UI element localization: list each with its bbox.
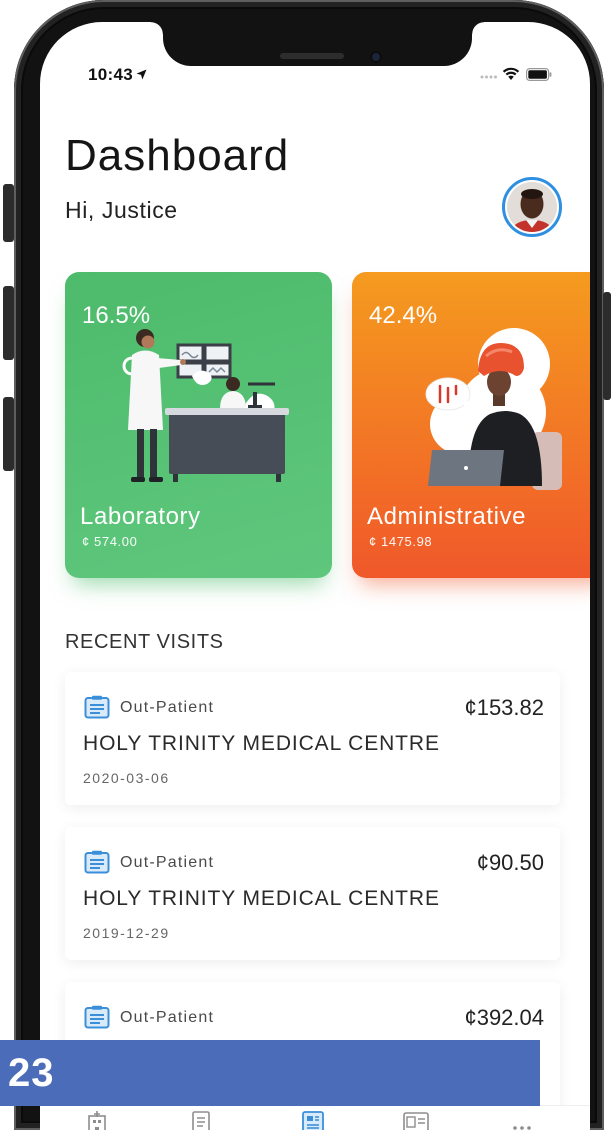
app-screen: 10:43 Dashboard Hi, Justice 16.5% Labora… bbox=[40, 22, 590, 1130]
overlay-label: 23 bbox=[8, 1051, 55, 1095]
location-arrow-icon bbox=[136, 69, 147, 80]
battery-icon bbox=[526, 68, 552, 81]
tab-bar bbox=[40, 1105, 590, 1130]
laboratory-percent: 16.5% bbox=[82, 302, 151, 329]
hospital-icon[interactable] bbox=[86, 1110, 108, 1130]
silent-switch bbox=[3, 184, 14, 242]
visit-type: Out-Patient bbox=[120, 699, 215, 716]
overlay-banner: 23 bbox=[0, 1040, 540, 1106]
clipboard-icon bbox=[84, 1005, 110, 1029]
visit-facility: HOLY TRINITY MEDICAL CENTRE bbox=[83, 887, 440, 910]
administrative-amount: ¢ 1475.98 bbox=[369, 534, 433, 549]
recent-visits-heading: RECENT VISITS bbox=[65, 631, 224, 653]
visit-amount: ¢392.04 bbox=[464, 1005, 544, 1030]
visit-type: Out-Patient bbox=[120, 1009, 215, 1026]
page-title: Dashboard bbox=[65, 131, 290, 180]
power-button bbox=[603, 292, 611, 400]
greeting-text: Hi, Justice bbox=[65, 197, 178, 223]
avatar[interactable] bbox=[502, 177, 562, 237]
visit-date: 2019-12-29 bbox=[83, 925, 170, 941]
visit-card[interactable]: Out-Patient ¢153.82 HOLY TRINITY MEDICAL… bbox=[65, 672, 560, 805]
dashboard-icon[interactable] bbox=[301, 1110, 325, 1130]
visit-amount: ¢153.82 bbox=[464, 695, 544, 720]
wifi-icon bbox=[502, 67, 520, 80]
laboratory-card[interactable]: 16.5% Laboratory ¢ 574.00 bbox=[65, 272, 332, 578]
clipboard-icon bbox=[84, 850, 110, 874]
visit-date: 2020-03-06 bbox=[83, 770, 170, 786]
front-camera bbox=[370, 51, 382, 63]
visit-type: Out-Patient bbox=[120, 854, 215, 871]
laboratory-label: Laboratory bbox=[80, 503, 201, 530]
visit-facility: HOLY TRINITY MEDICAL CENTRE bbox=[83, 732, 440, 755]
laboratory-amount: ¢ 574.00 bbox=[82, 534, 138, 549]
signal-icon bbox=[480, 75, 497, 79]
administrative-percent: 42.4% bbox=[369, 302, 438, 329]
clipboard-icon bbox=[84, 695, 110, 719]
more-icon[interactable] bbox=[510, 1110, 534, 1130]
id-card-icon[interactable] bbox=[402, 1110, 430, 1130]
notch bbox=[151, 22, 484, 66]
visit-amount: ¢90.50 bbox=[476, 850, 544, 875]
volume-down-button bbox=[3, 397, 14, 471]
administrative-label: Administrative bbox=[367, 503, 527, 530]
document-icon[interactable] bbox=[190, 1110, 212, 1130]
volume-up-button bbox=[3, 286, 14, 360]
administrative-card[interactable]: 42.4% Administrative ¢ 1475.98 bbox=[352, 272, 590, 578]
visit-card[interactable]: Out-Patient ¢90.50 HOLY TRINITY MEDICAL … bbox=[65, 827, 560, 960]
status-time: 10:43 bbox=[88, 65, 133, 84]
speaker-grille bbox=[280, 53, 344, 59]
